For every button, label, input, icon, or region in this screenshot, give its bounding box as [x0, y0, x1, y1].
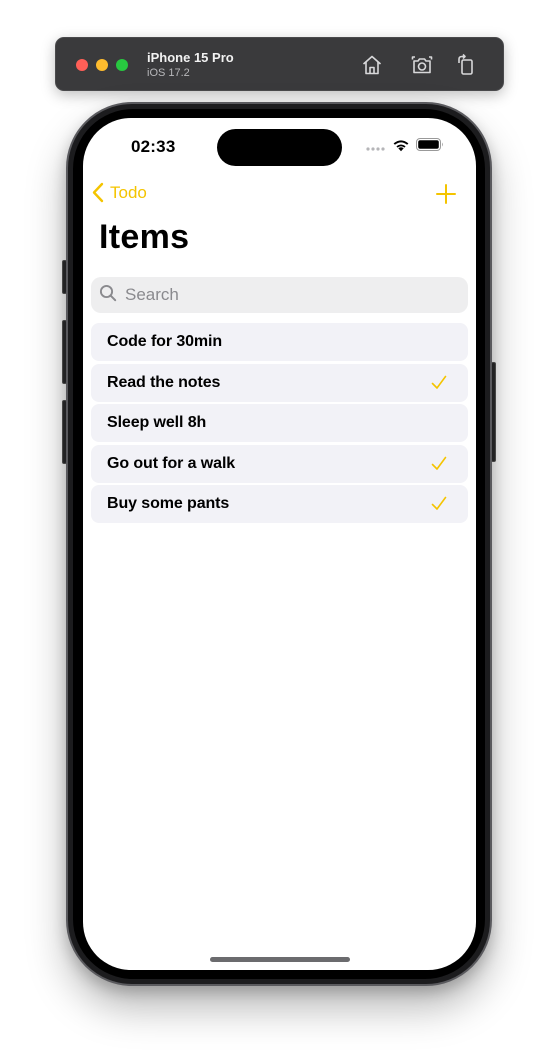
dynamic-island: [217, 129, 342, 166]
search-icon: [99, 284, 117, 307]
item-title: Sleep well 8h: [107, 414, 207, 431]
list-item[interactable]: Buy some pants: [91, 485, 468, 523]
list-item[interactable]: Code for 30min: [91, 323, 468, 361]
device-screen: 02:33 Todo Items Search Code for 30min R…: [83, 118, 476, 970]
item-title: Go out for a walk: [107, 454, 236, 472]
item-title: Code for 30min: [107, 333, 223, 350]
back-button[interactable]: Todo: [92, 182, 147, 203]
wifi-icon: [392, 138, 410, 157]
status-icons: [366, 138, 444, 157]
back-button-label: Todo: [110, 182, 147, 202]
screenshot-icon[interactable]: [410, 53, 434, 77]
item-list: Code for 30min Read the notes Sleep well…: [91, 323, 468, 526]
zoom-window-button[interactable]: [116, 59, 128, 71]
search-input[interactable]: [123, 284, 443, 306]
item-title: Read the notes: [107, 373, 221, 391]
chevron-left-icon: [92, 182, 104, 203]
cellular-icon: [366, 138, 386, 156]
battery-icon: [416, 138, 444, 156]
checkmark-icon: [430, 495, 448, 513]
list-item[interactable]: Sleep well 8h: [91, 404, 468, 442]
device-name: iPhone 15 Pro: [147, 50, 234, 65]
search-bar[interactable]: [91, 277, 468, 313]
status-time: 02:33: [131, 137, 176, 156]
home-indicator[interactable]: [210, 957, 350, 962]
checkmark-icon: [430, 455, 448, 473]
list-item[interactable]: Read the notes: [91, 363, 468, 402]
home-icon[interactable]: [360, 53, 384, 77]
page-title: Items: [99, 218, 190, 256]
list-item[interactable]: Go out for a walk: [91, 444, 468, 483]
simulator-title-bar: iPhone 15 Pro iOS 17.2: [55, 37, 504, 91]
plus-icon: [434, 184, 458, 210]
item-title: Buy some pants: [107, 495, 230, 512]
checkmark-icon: [430, 374, 448, 392]
add-item-button[interactable]: [434, 182, 458, 206]
minimize-window-button[interactable]: [96, 59, 108, 71]
os-version: iOS 17.2: [147, 67, 190, 79]
rotate-icon[interactable]: [454, 53, 478, 77]
close-window-button[interactable]: [76, 59, 88, 71]
